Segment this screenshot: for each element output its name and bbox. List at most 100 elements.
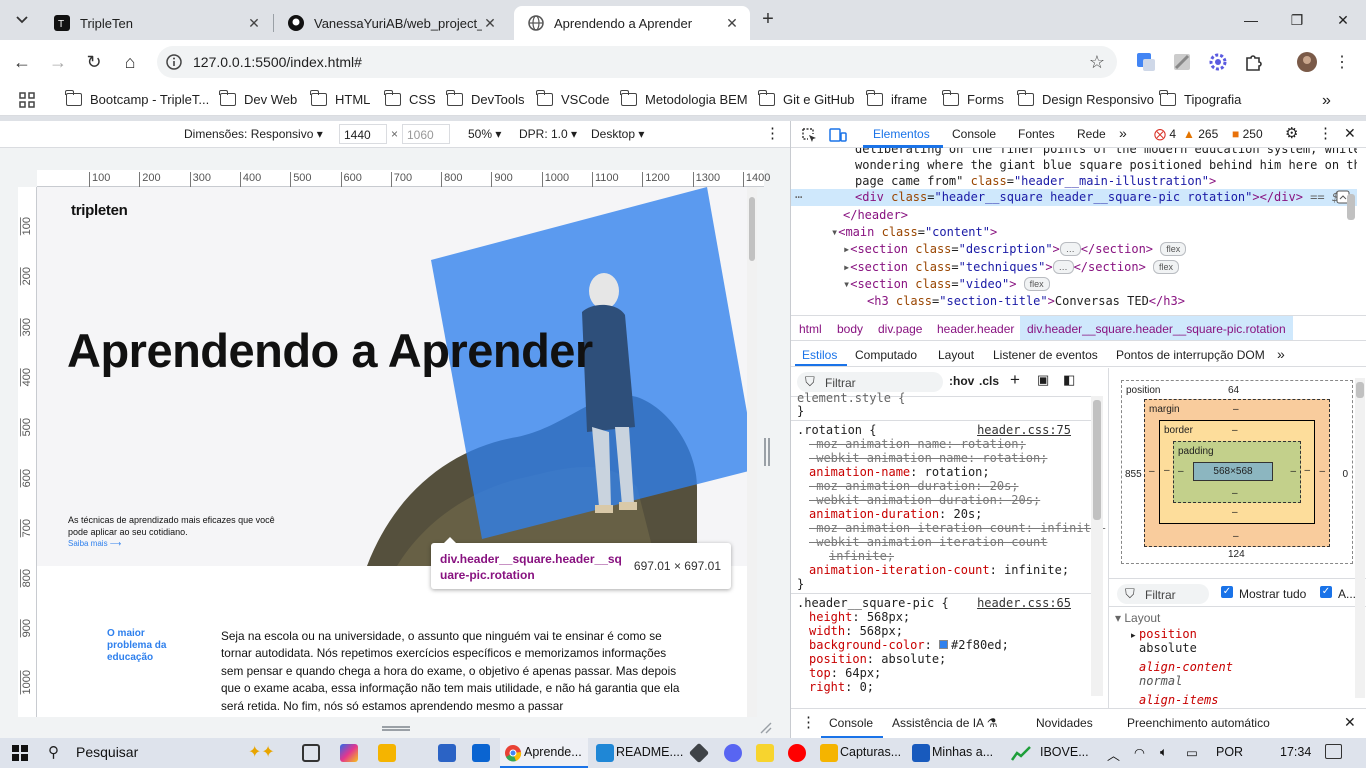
bookmark-star-icon[interactable]: ☆ (1089, 52, 1105, 73)
tab-estilos[interactable]: Estilos (802, 348, 837, 362)
translate-icon[interactable] (1136, 52, 1156, 72)
bookmark-folder[interactable]: DevTools (446, 90, 524, 107)
taskbar-ibovespa[interactable]: IBOVE... (1008, 738, 1100, 768)
css-property[interactable]: background-color: #2f80ed; (809, 638, 1009, 652)
close-drawer-icon[interactable]: ✕ (1344, 714, 1356, 731)
tab-rede[interactable]: Rede (1077, 127, 1106, 141)
css-property[interactable]: infinite; (829, 549, 894, 563)
restore-button[interactable]: ❐ (1274, 0, 1320, 40)
tab-console[interactable]: Console (952, 127, 996, 141)
device-mode-dropdown[interactable]: Desktop ▾ (591, 127, 644, 141)
settings-gear-icon[interactable]: ⚙ (1285, 124, 1298, 142)
css-property[interactable]: right: 0; (809, 680, 874, 694)
copilot-icon[interactable] (340, 744, 358, 762)
breadcrumb-item[interactable]: body (837, 322, 863, 336)
drawer-tab-console[interactable]: Console (829, 716, 873, 730)
taskbar-vscode[interactable]: README.... (592, 738, 683, 768)
drawer-tab-autofill[interactable]: Preenchimento automático (1127, 716, 1270, 730)
battery-icon[interactable]: ▭ (1186, 745, 1198, 760)
tab-search-button[interactable] (9, 8, 35, 32)
error-count[interactable]: ⨂ 4 (1154, 127, 1176, 141)
taskbar-search[interactable]: Pesquisar (76, 744, 138, 760)
css-property[interactable]: -webkit-animation-name: rotation; (809, 451, 1047, 465)
bookmark-folder[interactable]: Git e GitHub (758, 90, 855, 107)
height-input[interactable]: 1060 (402, 124, 450, 144)
tab-tripleten[interactable]: T TripleTen ✕ (40, 6, 272, 40)
breadcrumb-item[interactable]: html (799, 322, 822, 336)
styles-filter-input[interactable]: ⛉ Filtrar (797, 372, 943, 392)
computed-filter-input[interactable]: ⛉ Filtrar (1117, 584, 1209, 604)
bookmark-folder[interactable]: Bootcamp - TripleT... (65, 90, 209, 107)
resize-handle-right[interactable] (764, 438, 770, 466)
home-button[interactable]: ⌂ (118, 50, 142, 74)
bookmark-folder[interactable]: Dev Web (219, 90, 297, 107)
sidebar-toggle-icon[interactable]: ◧ (1063, 372, 1075, 388)
tripleten-logo[interactable]: tripleten (71, 202, 128, 219)
taskbar-word[interactable]: Minhas a... (908, 738, 994, 768)
box-scrollbar[interactable] (1355, 378, 1365, 698)
width-input[interactable]: 1440 (339, 124, 387, 144)
speaker-icon[interactable]: 🔈︎ (1160, 745, 1168, 760)
css-property[interactable]: -moz-animation-name: rotation; (809, 437, 1026, 451)
square-pic-rule-source-link[interactable]: header.css:65 (977, 596, 1071, 610)
expand-arrow-icon[interactable]: ▸ (1131, 630, 1136, 641)
tab-computado[interactable]: Computado (855, 348, 917, 362)
breadcrumb-item[interactable]: header.header (937, 322, 1014, 336)
drawer-tab-ai[interactable]: Assistência de IA ⚗ (892, 716, 998, 730)
zoom-dropdown[interactable]: 50% ▾ (468, 127, 501, 141)
cls-button[interactable]: .cls (979, 374, 999, 388)
css-property[interactable]: height: 568px; (809, 610, 910, 624)
css-property[interactable]: -webkit-animation-iteration-count (809, 535, 1047, 549)
selected-node[interactable]: <div class="header__square header__squar… (855, 189, 1346, 206)
file-explorer-icon[interactable] (378, 744, 396, 762)
css-property[interactable]: top: 64px; (809, 666, 881, 680)
inspect-element-icon[interactable] (801, 127, 817, 143)
breadcrumb-item-active[interactable]: div.header__square.header__square-pic.ro… (1020, 316, 1293, 340)
app-icon[interactable] (438, 744, 456, 762)
notifications-icon[interactable] (1325, 744, 1342, 759)
box-border[interactable]: border – – – – padding – – – 568×568 (1159, 420, 1315, 524)
close-devtools-icon[interactable]: ✕ (1344, 125, 1356, 142)
youtube-icon[interactable] (788, 744, 806, 762)
css-property[interactable]: width: 568px; (809, 624, 903, 638)
new-tab-button[interactable]: + (758, 9, 778, 30)
gear-extension-icon[interactable] (1208, 52, 1228, 72)
styles-scrollbar[interactable] (1091, 396, 1103, 696)
site-info-icon[interactable] (165, 53, 183, 71)
warning-count[interactable]: ▲ 265 (1183, 127, 1218, 141)
bookmark-folder[interactable]: HTML (310, 90, 370, 107)
bookmark-folder[interactable]: Design Responsivo (1017, 90, 1154, 107)
tab-layout[interactable]: Layout (938, 348, 974, 362)
tab-elementos[interactable]: Elementos (873, 127, 930, 141)
rotation-rule-selector[interactable]: .rotation { (797, 423, 876, 437)
group-checkbox[interactable]: ✓ (1320, 586, 1332, 598)
tab-event-listeners[interactable]: Listener de eventos (993, 348, 1098, 362)
elements-scrollbar-thumb[interactable] (1347, 194, 1355, 220)
bookmark-folder[interactable]: VSCode (536, 90, 609, 107)
dpr-dropdown[interactable]: DPR: 1.0 ▾ (519, 127, 577, 141)
learn-more-link[interactable]: Saiba mais ⟶ (68, 539, 121, 548)
issues-count[interactable]: ■ 250 (1232, 127, 1263, 141)
address-bar[interactable]: 127.0.0.1:5500/index.html# ☆ (157, 46, 1117, 78)
device-more-icon[interactable]: ⋮ (765, 124, 780, 142)
wifi-icon[interactable]: ◠ (1134, 745, 1145, 760)
node-more-icon[interactable]: ⋯ (795, 189, 802, 206)
tree-node-h3[interactable]: <h3 class="section-title">Conversas TED<… (867, 293, 1185, 310)
box-position[interactable]: position 64 855 0 124 margin – – – – bor… (1121, 380, 1353, 564)
tray-chevron-up-icon[interactable]: ︿ (1107, 745, 1120, 764)
taskbar-captures[interactable]: Capturas... (816, 738, 902, 768)
taskbar-chrome[interactable]: Aprende... (500, 738, 588, 768)
box-padding[interactable]: padding – – – 568×568 (1173, 441, 1301, 503)
more-tabs-icon[interactable]: » (1119, 125, 1127, 141)
search-icon[interactable]: ⚲ (48, 743, 59, 761)
drawer-menu-icon[interactable]: ⋮ (801, 713, 816, 731)
puzzle-icon[interactable] (1244, 52, 1264, 72)
css-property[interactable]: -webkit-animation-duration: 20s; (809, 493, 1040, 507)
paint-icon[interactable]: ▣ (1037, 372, 1049, 388)
discord-icon[interactable] (724, 744, 742, 762)
bookmark-folder[interactable]: Metodologia BEM (620, 90, 748, 107)
back-button[interactable]: ← (10, 50, 34, 74)
square-pic-rule-selector[interactable]: .header__square-pic { (797, 596, 949, 610)
more-bookmarks-icon[interactable]: » (1322, 92, 1331, 110)
css-property[interactable]: animation-name: rotation; (809, 465, 990, 479)
